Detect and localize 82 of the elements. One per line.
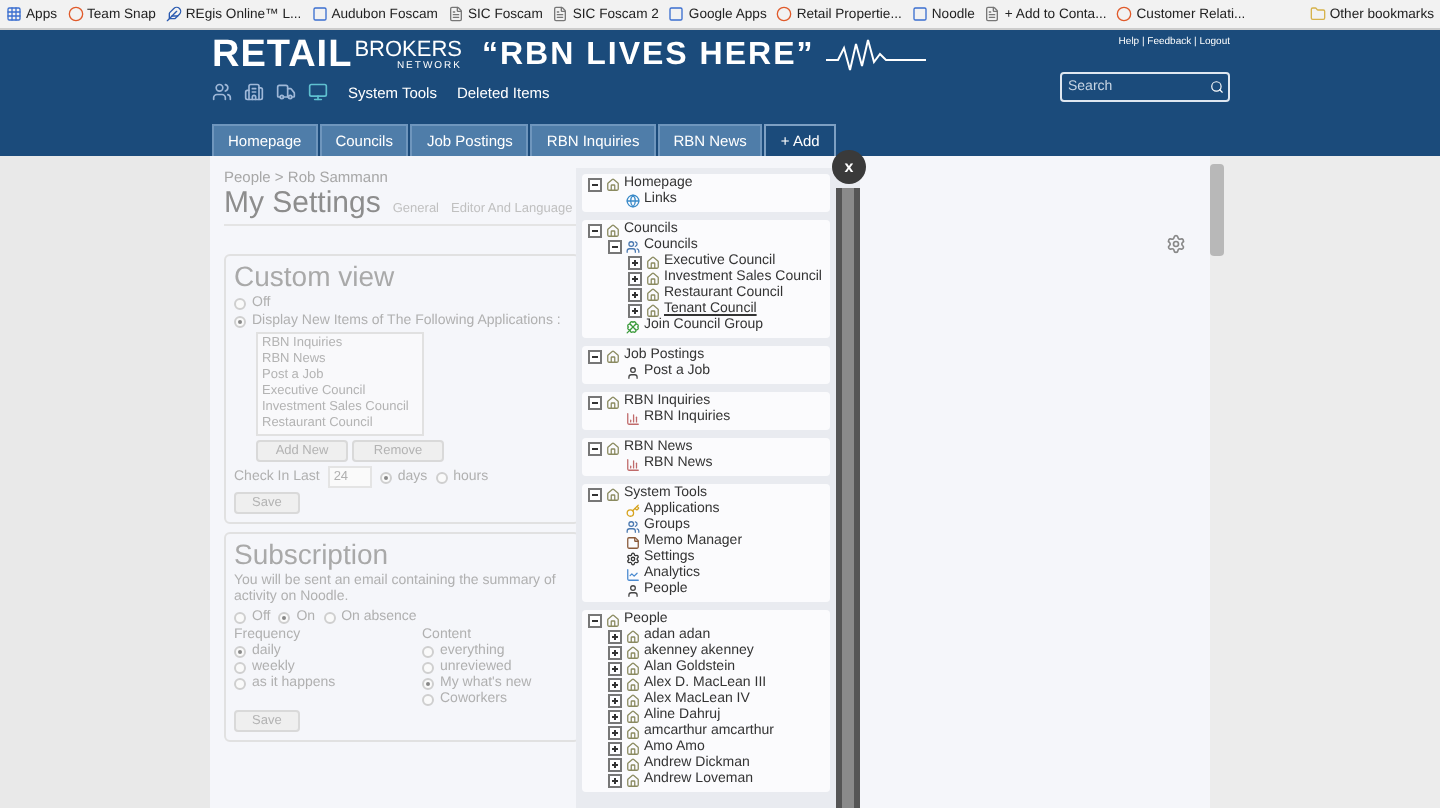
collapse-icon[interactable] bbox=[588, 441, 602, 455]
house-icon bbox=[606, 613, 620, 627]
person-icon bbox=[626, 365, 640, 379]
square-icon bbox=[911, 6, 928, 22]
radio-button[interactable] bbox=[278, 611, 291, 623]
heartbeat-line-drawing bbox=[826, 36, 927, 76]
search-icon[interactable] bbox=[1210, 80, 1224, 94]
house-icon bbox=[606, 349, 620, 363]
tagline: “RBN LIVES HERE” bbox=[482, 38, 815, 74]
radio-button[interactable] bbox=[422, 661, 434, 673]
expand-icon[interactable] bbox=[608, 693, 622, 707]
scrollbar[interactable] bbox=[1210, 164, 1224, 256]
circle-icon bbox=[67, 6, 83, 22]
radio-button[interactable] bbox=[234, 661, 246, 673]
expand-icon[interactable] bbox=[608, 757, 622, 771]
collapse-icon[interactable] bbox=[588, 349, 602, 363]
collapse-icon[interactable] bbox=[588, 177, 602, 191]
logo-text: RETAIL bbox=[212, 36, 353, 76]
circle-icon bbox=[1116, 6, 1133, 22]
section-title: Custom view bbox=[234, 260, 397, 292]
radio-button[interactable] bbox=[422, 693, 434, 705]
expand-icon[interactable] bbox=[628, 287, 642, 301]
radio-button[interactable] bbox=[234, 677, 246, 689]
settings-icon bbox=[626, 551, 640, 565]
people-icon[interactable] bbox=[212, 82, 232, 102]
square-icon bbox=[668, 6, 685, 22]
people-icon bbox=[626, 519, 640, 533]
expand-icon[interactable] bbox=[608, 661, 622, 675]
key-icon bbox=[626, 503, 640, 517]
page-title: My Settings bbox=[224, 186, 381, 220]
collapse-icon[interactable] bbox=[588, 487, 602, 501]
expand-icon[interactable] bbox=[628, 255, 642, 269]
expand-icon[interactable] bbox=[608, 629, 622, 643]
radio-button[interactable] bbox=[234, 611, 246, 623]
radio-button[interactable] bbox=[422, 645, 434, 657]
house-icon bbox=[606, 395, 620, 409]
expand-icon[interactable] bbox=[608, 773, 622, 787]
clover-icon bbox=[626, 319, 640, 333]
radio-button[interactable] bbox=[234, 315, 246, 327]
people-icon bbox=[626, 239, 640, 253]
collapse-icon[interactable] bbox=[588, 395, 602, 409]
monitor-icon[interactable] bbox=[308, 82, 328, 102]
chart-icon bbox=[626, 411, 640, 425]
truck-icon[interactable] bbox=[276, 82, 296, 102]
note-icon bbox=[626, 535, 640, 549]
feather-icon bbox=[165, 6, 182, 22]
house-icon bbox=[606, 177, 620, 191]
grid-icon bbox=[6, 6, 22, 22]
collapse-icon[interactable] bbox=[608, 239, 622, 253]
collapse-icon[interactable] bbox=[588, 613, 602, 627]
expand-icon[interactable] bbox=[608, 645, 622, 659]
circle-icon bbox=[776, 6, 793, 22]
logo-text: BROKERS bbox=[354, 40, 462, 62]
page-icon bbox=[552, 6, 569, 22]
collapse-icon[interactable] bbox=[588, 223, 602, 237]
radio-button[interactable] bbox=[422, 677, 434, 689]
scrollbar[interactable] bbox=[836, 188, 860, 808]
radio-button[interactable] bbox=[234, 645, 246, 657]
globe-icon bbox=[626, 193, 640, 207]
radio-button[interactable] bbox=[323, 611, 336, 623]
building-icon[interactable] bbox=[244, 82, 264, 102]
house-icon bbox=[606, 441, 620, 455]
radio-button[interactable] bbox=[435, 471, 448, 483]
section-title: Subscription bbox=[234, 538, 391, 570]
settings-icon[interactable] bbox=[1166, 234, 1186, 254]
expand-icon[interactable] bbox=[608, 741, 622, 755]
page-icon bbox=[447, 6, 464, 22]
square-icon bbox=[311, 6, 328, 22]
expand-icon[interactable] bbox=[608, 709, 622, 723]
expand-icon[interactable] bbox=[628, 271, 642, 285]
page-icon bbox=[984, 6, 1001, 22]
expand-icon[interactable] bbox=[608, 677, 622, 691]
radio-button[interactable] bbox=[234, 297, 246, 309]
person-icon bbox=[626, 583, 640, 597]
line-chart-icon bbox=[626, 567, 640, 581]
house-icon bbox=[606, 487, 620, 501]
expand-icon[interactable] bbox=[628, 303, 642, 317]
expand-icon[interactable] bbox=[608, 725, 622, 739]
house-icon bbox=[606, 223, 620, 237]
chart-icon bbox=[626, 457, 640, 471]
folder-icon bbox=[1309, 6, 1326, 22]
radio-button[interactable] bbox=[379, 471, 392, 483]
